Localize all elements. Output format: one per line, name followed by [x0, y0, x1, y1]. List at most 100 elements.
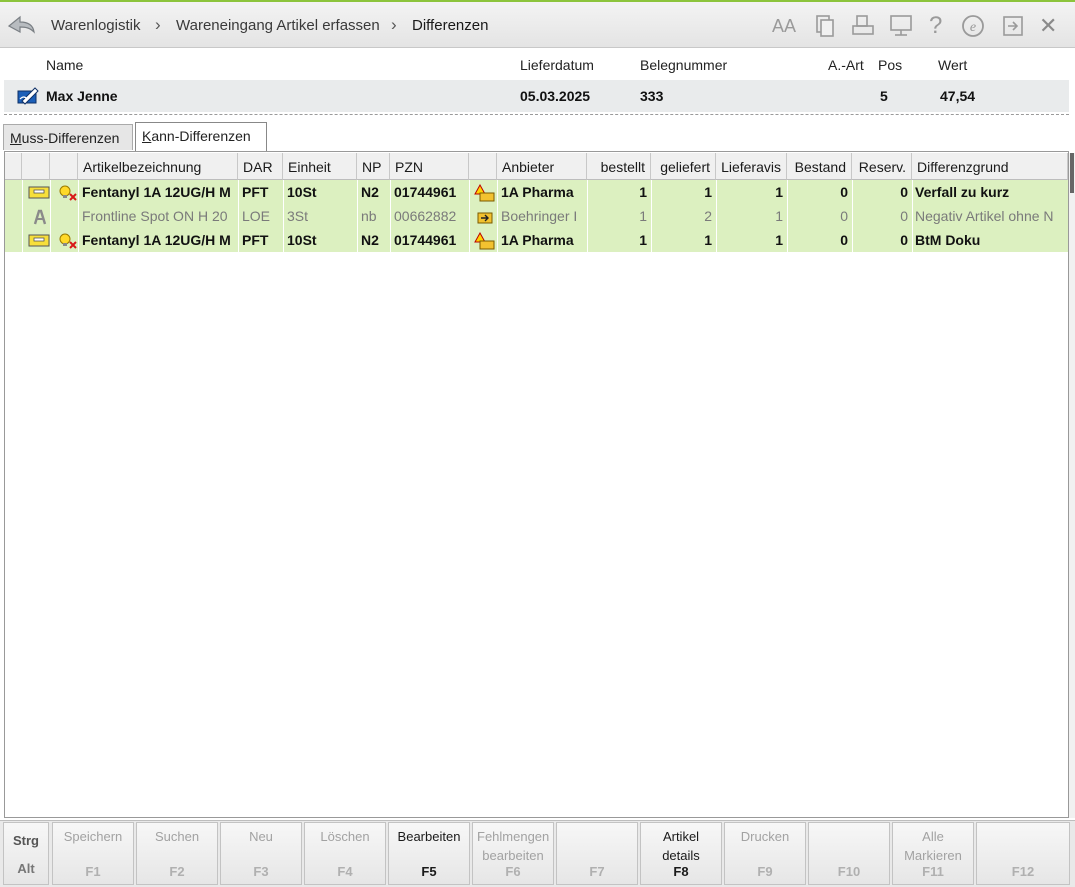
col-anbieter[interactable]: Anbieter: [497, 153, 587, 180]
close-icon[interactable]: ✕: [1039, 12, 1065, 40]
back-arrow-icon[interactable]: [6, 12, 36, 38]
col-pzn[interactable]: PZN: [390, 153, 469, 180]
f1-speichern-button[interactable]: Speichern F1: [52, 822, 134, 885]
f3-key: F3: [253, 864, 269, 879]
f3-neu-button[interactable]: Neu F3: [220, 822, 302, 885]
cell-einheit: 3St: [287, 208, 309, 224]
font-size-icon[interactable]: AA: [772, 12, 798, 40]
col-np[interactable]: NP: [357, 153, 390, 180]
svg-text:e: e: [970, 20, 976, 35]
column-divider: [22, 180, 23, 252]
cell-lieferavis: 1: [775, 208, 783, 224]
breadcrumb-warenlogistik[interactable]: Warenlogistik: [51, 17, 140, 34]
f5-bearbeiten-button[interactable]: Bearbeiten F5: [388, 822, 470, 885]
cell-bestand: 0: [840, 184, 848, 200]
cell-lieferavis: 1: [775, 232, 783, 248]
column-divider: [283, 180, 284, 252]
col-lieferavis[interactable]: Lieferavis: [716, 153, 787, 180]
table-row[interactable]: Frontline Spot ON H 20 LOE 3St nb 006628…: [5, 204, 1068, 228]
f8-artikel-details-button[interactable]: Artikel details F8: [640, 822, 722, 885]
f11-alle-markieren-button[interactable]: Alle Markieren F11: [892, 822, 974, 885]
cell-pzn: 01744961: [394, 232, 457, 248]
column-divider: [787, 180, 788, 252]
cell-anbieter: 1A Pharma: [501, 184, 574, 200]
f11-label: Alle Markieren: [904, 829, 962, 863]
print-preview-icon[interactable]: [850, 12, 876, 40]
value-name: Max Jenne: [46, 88, 118, 104]
cell-bestellt: 1: [639, 208, 647, 224]
cell-bestellt: 1: [639, 232, 647, 248]
f9-key: F9: [757, 864, 773, 879]
col-artikelbezeichnung[interactable]: Artikelbezeichnung: [78, 153, 238, 180]
e-info-icon[interactable]: e: [960, 12, 986, 40]
breadcrumb-separator: ›: [391, 15, 397, 34]
f9-label: Drucken: [740, 829, 790, 844]
f3-label: Neu: [249, 829, 273, 844]
col-geliefert[interactable]: geliefert: [651, 153, 716, 180]
label-a-art: A.-Art: [828, 57, 864, 73]
warning-box-icon: [470, 228, 496, 252]
col-icon4-header: [469, 153, 497, 180]
column-divider: [852, 180, 853, 252]
f1-label: Speichern: [63, 829, 123, 844]
column-divider: [912, 180, 913, 252]
cell-artikel: Frontline Spot ON H 20: [82, 208, 228, 224]
modifier-keys[interactable]: Strg Alt: [3, 822, 49, 885]
cell-bestand: 0: [840, 232, 848, 248]
cell-np: N2: [361, 184, 379, 200]
help-icon[interactable]: ?: [929, 12, 955, 40]
column-divider: [357, 180, 358, 252]
f11-key: F11: [922, 864, 944, 879]
label-pos: Pos: [878, 57, 903, 73]
label-wert: Wert: [938, 57, 968, 73]
col-bestand[interactable]: Bestand: [787, 153, 852, 180]
col-differenzgrund[interactable]: Differenzgrund: [912, 153, 1068, 180]
f2-label: Suchen: [154, 829, 200, 844]
cell-einheit: 10St: [287, 184, 317, 200]
table-row[interactable]: Fentanyl 1A 12UG/H M PFT 10St N2 0174496…: [5, 180, 1068, 204]
tab-kann-differenzen[interactable]: Kann-Differenzen: [135, 122, 267, 152]
label-belegnummer: Belegnummer: [640, 57, 728, 73]
bulb-error-icon: [53, 228, 79, 252]
f4-loeschen-button[interactable]: Löschen F4: [304, 822, 386, 885]
cell-artikel: Fentanyl 1A 12UG/H M: [82, 232, 231, 248]
f5-key: F5: [421, 864, 437, 879]
breadcrumb-differenzen: Differenzen: [412, 17, 489, 34]
column-divider: [390, 180, 391, 252]
box-arrow-icon: [470, 204, 496, 228]
f9-drucken-button[interactable]: Drucken F9: [724, 822, 806, 885]
drawer-icon: [24, 228, 50, 252]
f2-key: F2: [169, 864, 185, 879]
tab-muss-differenzen[interactable]: Muss-Differenzen: [3, 124, 133, 150]
f6-fehlmengen-button[interactable]: Fehlmengen bearbeiten F6: [472, 822, 554, 885]
scrollbar-thumb[interactable]: [1070, 153, 1074, 193]
copy-document-icon[interactable]: [812, 12, 838, 40]
tab-muss-label: uss-Differenzen: [21, 130, 120, 146]
f10-button[interactable]: F10: [808, 822, 890, 885]
cell-geliefert: 1: [704, 232, 712, 248]
breadcrumb-wareneingang[interactable]: Wareneingang Artikel erfassen: [176, 17, 380, 34]
monitor-icon[interactable]: [888, 12, 914, 40]
column-divider: [497, 180, 498, 252]
f8-key: F8: [673, 864, 689, 879]
f7-button[interactable]: F7: [556, 822, 638, 885]
exit-window-icon[interactable]: [1000, 12, 1026, 40]
f2-suchen-button[interactable]: Suchen F2: [136, 822, 218, 885]
col-einheit[interactable]: Einheit: [283, 153, 357, 180]
cell-np: N2: [361, 232, 379, 248]
vertical-scrollbar[interactable]: [1069, 153, 1075, 818]
col-bestellt[interactable]: bestellt: [587, 153, 651, 180]
f7-key: F7: [589, 864, 605, 879]
breadcrumb-separator: ›: [155, 15, 161, 34]
column-divider: [78, 180, 79, 252]
col-dar[interactable]: DAR: [238, 153, 283, 180]
pharmacy-a-icon: [27, 204, 51, 228]
warning-box-icon: [470, 180, 496, 204]
f12-button[interactable]: F12: [976, 822, 1070, 885]
edit-signature-icon[interactable]: [16, 85, 40, 107]
cell-geliefert: 1: [704, 184, 712, 200]
col-reserv[interactable]: Reserv.: [852, 153, 912, 180]
col-icon3-header: [50, 153, 78, 180]
table-row[interactable]: Fentanyl 1A 12UG/H M PFT 10St N2 0174496…: [5, 228, 1068, 252]
cell-dar: PFT: [242, 232, 269, 248]
